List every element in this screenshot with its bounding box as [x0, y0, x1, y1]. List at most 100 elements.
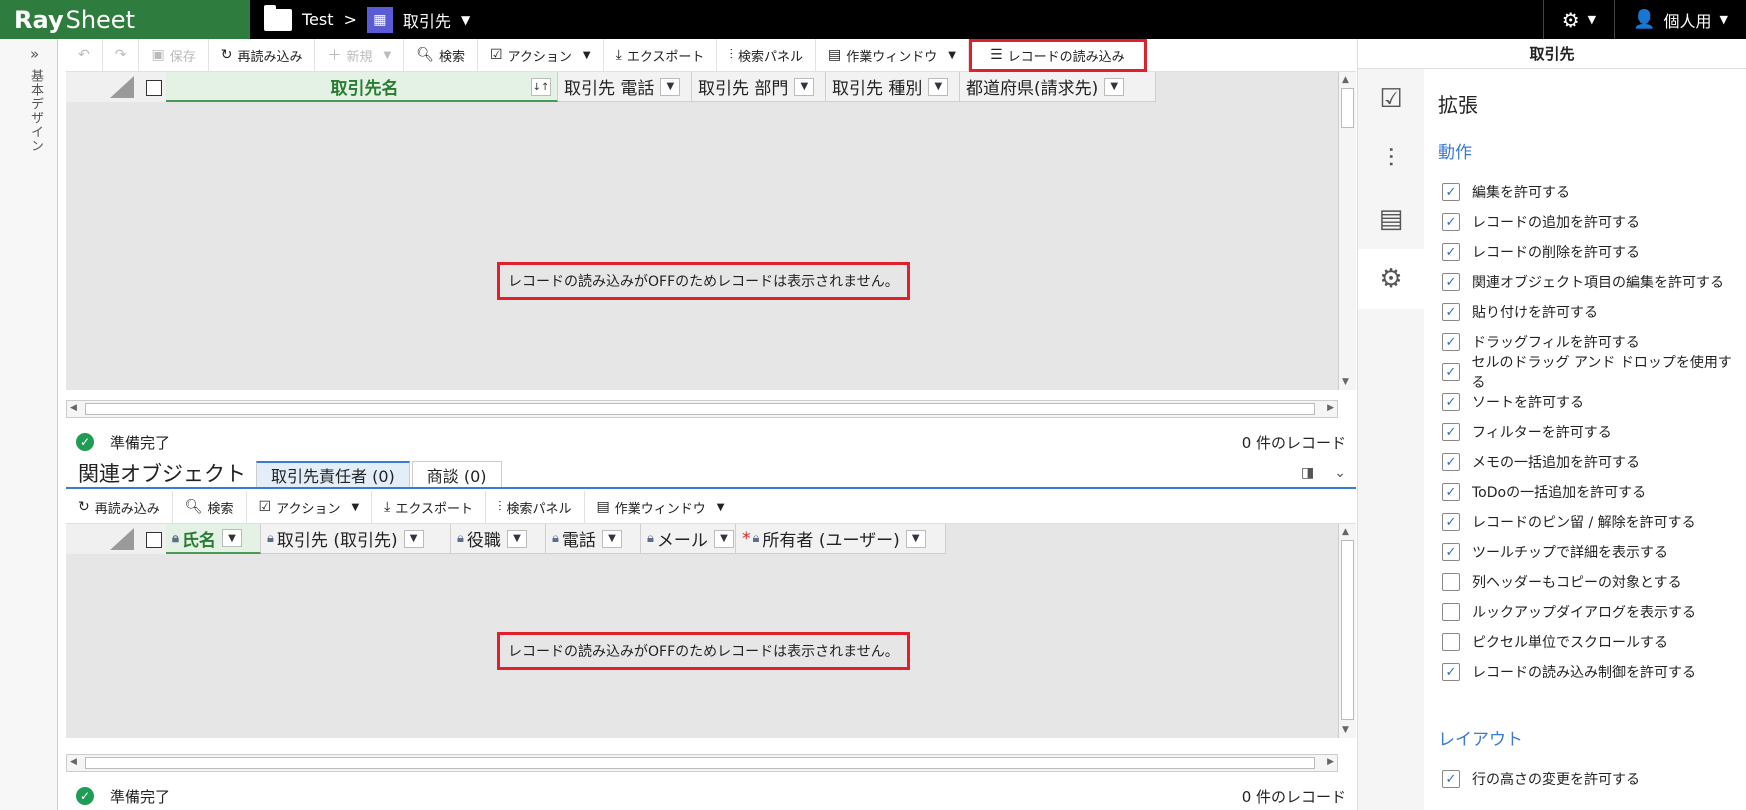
select-all-checkbox[interactable] — [146, 80, 162, 96]
user-menu-button[interactable]: 👤 個人用 ▼ — [1614, 0, 1746, 39]
option-checkbox[interactable]: ✓ — [1442, 303, 1460, 321]
dropdown-icon[interactable]: ▼ — [1104, 77, 1125, 96]
option-checkbox[interactable] — [1442, 573, 1460, 591]
work-window-nav-icon[interactable]: ▤ — [1358, 189, 1424, 249]
select-all-triangle[interactable] — [110, 76, 134, 98]
option-checkbox[interactable]: ✓ — [1442, 243, 1460, 261]
reload-button[interactable]: ↻ 再読み込み — [209, 38, 316, 72]
option-row[interactable]: ✓ 編集を許可する — [1438, 177, 1738, 207]
column-header[interactable]: 都道府県(請求先) ▼ — [960, 72, 1156, 102]
checklist-nav-icon[interactable]: ☑ — [1358, 69, 1424, 129]
undo-button[interactable]: ↶ — [66, 38, 103, 72]
column-header[interactable]: 🔒︎ 役職 ▼ — [451, 524, 546, 554]
option-row[interactable]: ✓ フィルターを許可する — [1438, 417, 1738, 447]
option-checkbox[interactable]: ✓ — [1442, 183, 1460, 201]
app-logo[interactable]: Ray Sheet — [0, 0, 250, 39]
option-checkbox[interactable]: ✓ — [1442, 213, 1460, 231]
dropdown-icon[interactable]: ▼ — [905, 529, 926, 548]
column-header[interactable]: 🔒︎ 取引先 (取引先) ▼ — [261, 524, 451, 554]
select-all-checkbox[interactable] — [146, 532, 162, 548]
expand-icon[interactable]: » — [30, 45, 39, 63]
related-export-button[interactable]: ⤓ エクスポート — [372, 490, 486, 524]
option-checkbox[interactable]: ✓ — [1442, 483, 1460, 501]
sort-icon[interactable]: ↓↑ — [531, 78, 551, 96]
option-checkbox[interactable]: ✓ — [1442, 423, 1460, 441]
redo-button[interactable]: ↷ — [103, 38, 140, 72]
related-work-window-button[interactable]: ▤ 作業ウィンドウ ▼ — [585, 491, 737, 524]
related-search-button[interactable]: 🔍︎ 検索 — [173, 490, 247, 524]
horizontal-scrollbar[interactable]: ◀ ▶ — [66, 754, 1338, 772]
side-panel-icon[interactable]: ◨ — [1301, 465, 1314, 481]
column-header[interactable]: 🔒︎ 電話 ▼ — [546, 524, 641, 554]
option-row[interactable]: ルックアップダイアログを表示する — [1438, 597, 1738, 627]
option-row[interactable]: ✓ レコードの読み込み制御を許可する — [1438, 657, 1738, 687]
column-header[interactable]: 取引先 電話 ▼ — [558, 72, 692, 102]
horizontal-scrollbar[interactable]: ◀ ▶ — [66, 400, 1338, 418]
breadcrumb-object[interactable]: 取引先 — [403, 8, 451, 32]
related-search-panel-button[interactable]: ⫶ 検索パネル — [486, 490, 585, 524]
option-row[interactable]: ✓ レコードの追加を許可する — [1438, 207, 1738, 237]
dropdown-icon[interactable]: ▼ — [660, 77, 681, 96]
scroll-up-icon[interactable]: ▲ — [1342, 527, 1349, 537]
search-panel-nav-icon[interactable]: ⫶ — [1358, 129, 1424, 189]
option-checkbox[interactable]: ✓ — [1442, 333, 1460, 351]
dropdown-icon[interactable]: ▼ — [713, 529, 734, 548]
option-checkbox[interactable]: ✓ — [1442, 770, 1460, 788]
option-row[interactable]: ✓ ツールチップで詳細を表示する — [1438, 537, 1738, 567]
scroll-right-icon[interactable]: ▶ — [1327, 757, 1334, 767]
scroll-down-icon[interactable]: ▼ — [1342, 725, 1349, 735]
work-window-button[interactable]: ▤ 作業ウィンドウ ▼ — [816, 38, 969, 72]
main-grid[interactable]: 取引先名 ↓↑ 取引先 電話 ▼ 取引先 部門 ▼ 取引先 種別 ▼ 都道府県(請求先)… — [66, 72, 1356, 390]
option-row[interactable]: ✓ ToDoの一括追加を許可する — [1438, 477, 1738, 507]
column-header[interactable]: 取引先 種別 ▼ — [826, 72, 960, 102]
search-panel-button[interactable]: ⫶ 検索パネル — [717, 38, 816, 72]
related-action-button[interactable]: ☑ アクション ▼ — [247, 490, 373, 524]
option-row[interactable]: ✓ メモの一括追加を許可する — [1438, 447, 1738, 477]
option-row[interactable]: ピクセル単位でスクロールする — [1438, 627, 1738, 657]
action-button[interactable]: ☑ アクション ▼ — [478, 38, 604, 72]
export-button[interactable]: ⤓ エクスポート — [604, 38, 718, 72]
column-header[interactable]: 🔒︎ 氏名 ▼ — [166, 524, 261, 554]
scroll-thumb[interactable] — [85, 757, 1315, 769]
option-checkbox[interactable]: ✓ — [1442, 663, 1460, 681]
scroll-right-icon[interactable]: ▶ — [1327, 403, 1334, 413]
option-checkbox[interactable]: ✓ — [1442, 363, 1460, 381]
column-header[interactable]: * 🔒︎ 所有者 (ユーザー) ▼ — [736, 524, 946, 554]
option-row[interactable]: ✓ レコードのピン留 / 解除を許可する — [1438, 507, 1738, 537]
scroll-thumb[interactable] — [1341, 88, 1354, 128]
option-checkbox[interactable] — [1442, 633, 1460, 651]
load-records-button[interactable]: ☰ レコードの読み込み — [968, 38, 1147, 72]
scroll-up-icon[interactable]: ▲ — [1342, 75, 1349, 85]
option-row[interactable]: ✓ 関連オブジェクト項目の編集を許可する — [1438, 267, 1738, 297]
tab-contacts[interactable]: 取引先責任者 (0) — [256, 461, 410, 487]
option-checkbox[interactable]: ✓ — [1442, 393, 1460, 411]
vertical-scrollbar[interactable]: ▲ ▼ — [1338, 524, 1356, 738]
option-row[interactable]: ✓ レコードの削除を許可する — [1438, 237, 1738, 267]
dropdown-icon[interactable]: ▼ — [221, 529, 242, 547]
new-button[interactable]: ＋新規 ▼ — [315, 38, 405, 72]
collapse-icon[interactable]: ⌄ — [1334, 465, 1346, 481]
option-row[interactable]: 列ヘッダーもコピーの対象とする — [1438, 567, 1738, 597]
column-header[interactable]: 取引先 部門 ▼ — [692, 72, 826, 102]
dropdown-icon[interactable]: ▼ — [601, 529, 622, 548]
option-row[interactable]: ✓ 行の高さの変更を許可する — [1438, 764, 1738, 794]
save-button[interactable]: ▣ 保存 — [139, 38, 209, 72]
scroll-thumb[interactable] — [85, 403, 1315, 415]
settings-nav-icon[interactable]: ⚙ — [1358, 249, 1424, 309]
related-reload-button[interactable]: ↻ 再読み込み — [66, 490, 173, 524]
search-button[interactable]: 🔍︎ 検索 — [404, 38, 478, 72]
left-rail-label[interactable]: 基本デザイン — [26, 69, 45, 153]
caret-down-icon[interactable]: ▼ — [461, 13, 470, 27]
dropdown-icon[interactable]: ▼ — [794, 77, 815, 96]
tab-opportunities[interactable]: 商談 (0) — [411, 461, 502, 487]
scroll-left-icon[interactable]: ◀ — [70, 757, 77, 767]
scroll-thumb[interactable] — [1341, 540, 1354, 720]
scroll-down-icon[interactable]: ▼ — [1342, 377, 1349, 387]
breadcrumb-folder[interactable]: Test — [302, 10, 334, 29]
option-checkbox[interactable]: ✓ — [1442, 453, 1460, 471]
scroll-left-icon[interactable]: ◀ — [70, 403, 77, 413]
option-checkbox[interactable]: ✓ — [1442, 513, 1460, 531]
column-header[interactable]: 取引先名 ↓↑ — [166, 72, 558, 102]
option-checkbox[interactable]: ✓ — [1442, 543, 1460, 561]
select-all-triangle[interactable] — [110, 528, 134, 550]
